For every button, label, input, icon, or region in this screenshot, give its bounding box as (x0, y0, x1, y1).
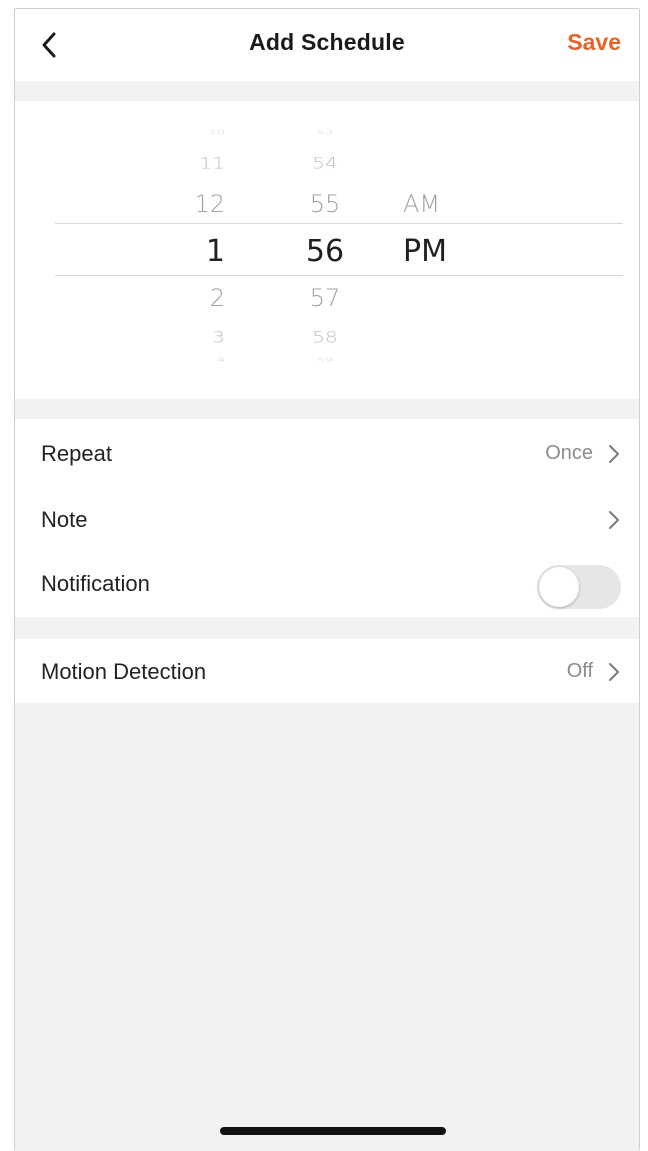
notification-toggle[interactable] (537, 565, 621, 609)
hour-option[interactable]: 2 (145, 284, 225, 312)
chevron-right-icon (609, 663, 619, 681)
minute-option[interactable]: 55 (285, 190, 365, 218)
notification-row: Notification (15, 551, 639, 615)
home-indicator (220, 1127, 446, 1135)
motion-detection-label: Motion Detection (41, 659, 207, 684)
repeat-label: Repeat (41, 441, 112, 466)
minute-option[interactable]: 53 (285, 129, 365, 136)
hour-option[interactable]: 3 (145, 327, 225, 346)
motion-detection-value: Off (566, 660, 593, 682)
ampm-column[interactable]: AM PM (403, 101, 483, 399)
repeat-value: Once (545, 442, 593, 464)
hour-option[interactable]: 12 (145, 190, 225, 218)
minute-option[interactable]: 59 (285, 357, 365, 364)
hour-selected[interactable]: 1 (145, 234, 225, 269)
notification-label: Notification (41, 571, 150, 596)
time-picker[interactable]: 10 11 12 1 2 3 4 53 54 55 56 57 58 59 AM… (15, 101, 639, 399)
minute-option[interactable]: 54 (285, 153, 365, 172)
hour-option[interactable]: 10 (145, 129, 225, 136)
note-label: Note (41, 507, 88, 532)
minute-column[interactable]: 53 54 55 56 57 58 59 (285, 101, 365, 399)
ampm-option[interactable]: AM (403, 190, 483, 218)
save-button[interactable]: Save (567, 29, 621, 56)
hour-column[interactable]: 10 11 12 1 2 3 4 (145, 101, 225, 399)
hour-option[interactable]: 11 (145, 153, 225, 172)
motion-detection-row[interactable]: Motion Detection Off (15, 639, 639, 703)
minute-option[interactable]: 57 (285, 284, 365, 312)
page-title: Add Schedule (249, 29, 405, 55)
repeat-row[interactable]: Repeat Once (15, 421, 639, 485)
minute-option[interactable]: 58 (285, 327, 365, 346)
chevron-right-icon (609, 445, 619, 463)
nav-header: Add Schedule Save (15, 9, 639, 81)
hour-option[interactable]: 4 (145, 357, 225, 364)
motion-section: Motion Detection Off (15, 639, 639, 703)
toggle-knob (539, 567, 579, 607)
minute-selected[interactable]: 56 (285, 234, 365, 269)
ampm-selected[interactable]: PM (403, 234, 483, 269)
schedule-screen: Add Schedule Save 10 11 12 1 2 3 4 53 54… (14, 8, 640, 1151)
chevron-right-icon (609, 511, 619, 529)
note-row[interactable]: Note (15, 487, 639, 551)
schedule-settings: Repeat Once Note Notification (15, 419, 639, 617)
